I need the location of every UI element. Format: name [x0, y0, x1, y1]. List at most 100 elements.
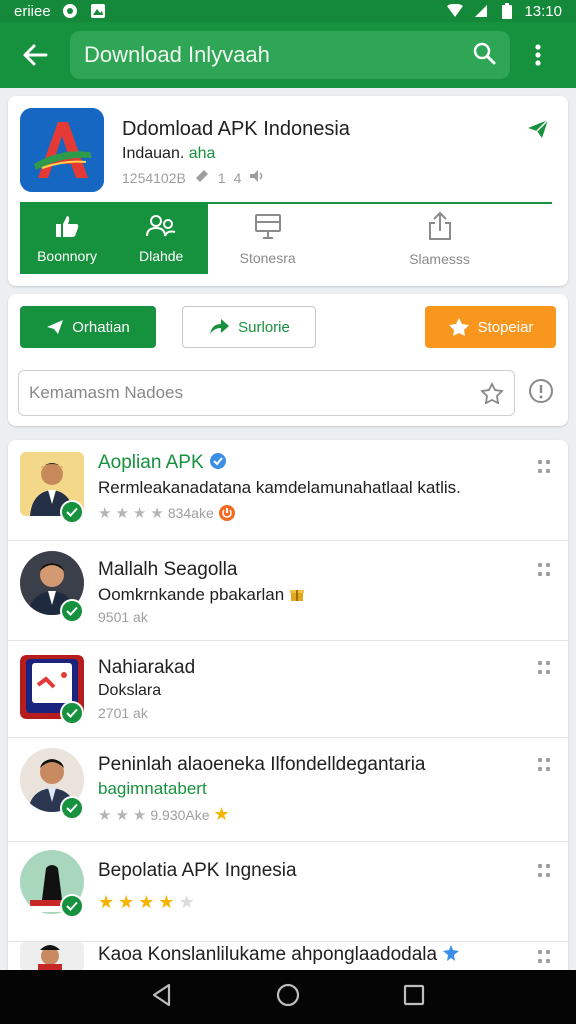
actions-card: Orhatian Surlorie Stopeiar Kemamasm Nado…: [8, 294, 568, 426]
star-icon: ★: [150, 505, 164, 522]
carrier-label: eriiee: [14, 2, 51, 20]
item-description: Oomkrnkande pbakarlan: [98, 585, 305, 605]
app-detail-card: Ddomload APK Indonesia Indauan. aha 1254…: [8, 96, 568, 286]
app-logo-icon: [20, 108, 104, 192]
item-description: Rermleakanadatana kamdelamunahatlaal kat…: [98, 478, 461, 497]
orhatian-label: Orhatian: [72, 318, 130, 336]
overflow-menu-button[interactable]: [510, 22, 566, 88]
star-outline-icon: [480, 382, 504, 404]
search-field[interactable]: Download Inlyvaah: [70, 31, 510, 79]
star-icon: ★: [132, 505, 147, 522]
list-item[interactable]: Bepolatia APK Ingnesia ★ ★ ★ ★ ★: [8, 842, 568, 942]
avatar: [20, 942, 84, 972]
signal-icon: [472, 3, 490, 19]
square-recents-icon: [403, 984, 424, 1005]
app-meta: 1254102B 1 4: [122, 168, 265, 187]
status-bar: eriiee 13:10: [0, 0, 576, 22]
item-meta: ★ ★ ★ ★ 834ake: [98, 504, 236, 522]
list-item[interactable]: Mallalh Seagolla Oomkrnkande pbakarlan 9…: [8, 541, 568, 641]
tab-label: Boonnory: [37, 248, 98, 264]
home-nav-button[interactable]: [276, 983, 300, 1012]
image-notification-icon: [89, 3, 107, 19]
more-vert-icon: [535, 44, 541, 66]
star-icon: ★: [132, 806, 147, 824]
send-icon: [47, 320, 64, 334]
list-item[interactable]: Peninlah alaoeneka Ilfondelldegantaria b…: [8, 738, 568, 842]
verified-badge-icon: [60, 894, 84, 918]
star-icon: ★: [98, 505, 112, 522]
tab-stonesra[interactable]: Stonesra: [208, 204, 327, 274]
tag-icon: [194, 168, 210, 187]
tab-label: Stonesra: [239, 250, 296, 266]
send-icon[interactable]: [526, 118, 550, 145]
system-nav-bar: [0, 970, 576, 1024]
drag-handle-icon[interactable]: [538, 864, 552, 878]
input-placeholder[interactable]: Kemamasm Nadoes: [29, 383, 480, 403]
star-icon: ★: [118, 892, 135, 912]
app-tab-row: Boonnory Dlahde Stonesra Slamesss: [20, 202, 552, 274]
wifi-icon: [446, 3, 464, 19]
stopeiar-button[interactable]: Stopeiar: [425, 306, 556, 348]
item-title: Aoplian APK: [98, 452, 227, 474]
star-icon: ★: [178, 892, 195, 912]
orhatian-button[interactable]: Orhatian: [20, 306, 156, 348]
star-icon: ★: [138, 892, 155, 912]
upload-icon: [428, 211, 451, 240]
item-meta: ★ ★ ★ 9.930Ake ★: [98, 804, 230, 824]
drag-handle-icon[interactable]: [538, 563, 552, 577]
drag-handle-icon[interactable]: [538, 758, 552, 772]
clock: 13:10: [524, 2, 562, 20]
drag-handle-icon[interactable]: [538, 950, 552, 964]
tab-boonnory[interactable]: Boonnory: [20, 204, 115, 274]
app-list-card: Aoplian APK Rermleakanadatana kamdelamun…: [8, 440, 568, 980]
app-subtitle-main: Indauan.: [122, 145, 189, 162]
surlorie-label: Surlorie: [238, 318, 290, 336]
star-icon: ★: [213, 804, 230, 824]
star-icon: ★: [98, 806, 112, 824]
app-meta-id: 1254102B: [122, 169, 186, 186]
app-subtitle-highlight: aha: [188, 145, 216, 162]
star-icon: ★: [115, 505, 129, 522]
tab-label: Slamesss: [409, 251, 470, 267]
thumbs-up-icon: [56, 216, 79, 237]
text-input-field[interactable]: Kemamasm Nadoes: [18, 370, 515, 416]
battery-icon: [498, 3, 516, 19]
tab-label: Dlahde: [138, 248, 184, 264]
monitor-icon: [254, 214, 281, 239]
app-title: Ddomload APK Indonesia: [122, 118, 350, 140]
app-subtitle: Indauan. aha: [122, 145, 215, 163]
arrow-back-icon: [23, 44, 48, 66]
verified-icon: [209, 453, 226, 469]
list-item[interactable]: Nahiarakad Dokslara 2701 ak: [8, 641, 568, 738]
tab-dlahde[interactable]: Dlahde: [114, 204, 209, 274]
verified-badge-icon: [60, 500, 84, 524]
back-nav-button[interactable]: [151, 983, 173, 1012]
star-icon: ★: [158, 892, 175, 912]
triangle-back-icon: [153, 983, 171, 1006]
item-title: Bepolatia APK Ingnesia: [98, 860, 297, 881]
verified-icon: [443, 945, 460, 961]
info-icon[interactable]: [528, 378, 554, 409]
item-title: Kaoa Konslanlilukame ahponglaadodala: [98, 944, 460, 966]
drag-handle-icon[interactable]: [538, 460, 552, 474]
item-title: Nahiarakad: [98, 657, 196, 678]
search-icon[interactable]: [472, 41, 496, 70]
item-meta: 9501 ak: [98, 609, 148, 625]
verified-badge-icon: [60, 599, 84, 623]
item-title: Peninlah alaoeneka Ilfondelldegantaria: [98, 754, 426, 775]
list-item[interactable]: Aoplian APK Rermleakanadatana kamdelamun…: [8, 440, 568, 541]
app-bar: Download Inlyvaah: [0, 22, 576, 88]
tab-slamesss[interactable]: Slamesss: [327, 204, 552, 274]
recents-nav-button[interactable]: [403, 984, 425, 1011]
drag-handle-icon[interactable]: [538, 661, 552, 675]
star-icon: [448, 318, 469, 336]
verified-badge-icon: [60, 796, 84, 820]
back-button[interactable]: [0, 22, 70, 88]
share-arrow-icon: [210, 319, 230, 334]
sound-icon: [249, 169, 265, 186]
surlorie-button[interactable]: Surlorie: [182, 306, 316, 348]
app-meta-rating: 4: [233, 169, 242, 186]
search-input[interactable]: Download Inlyvaah: [84, 42, 472, 68]
gift-icon: [289, 590, 304, 601]
item-meta: 2701 ak: [98, 705, 148, 721]
